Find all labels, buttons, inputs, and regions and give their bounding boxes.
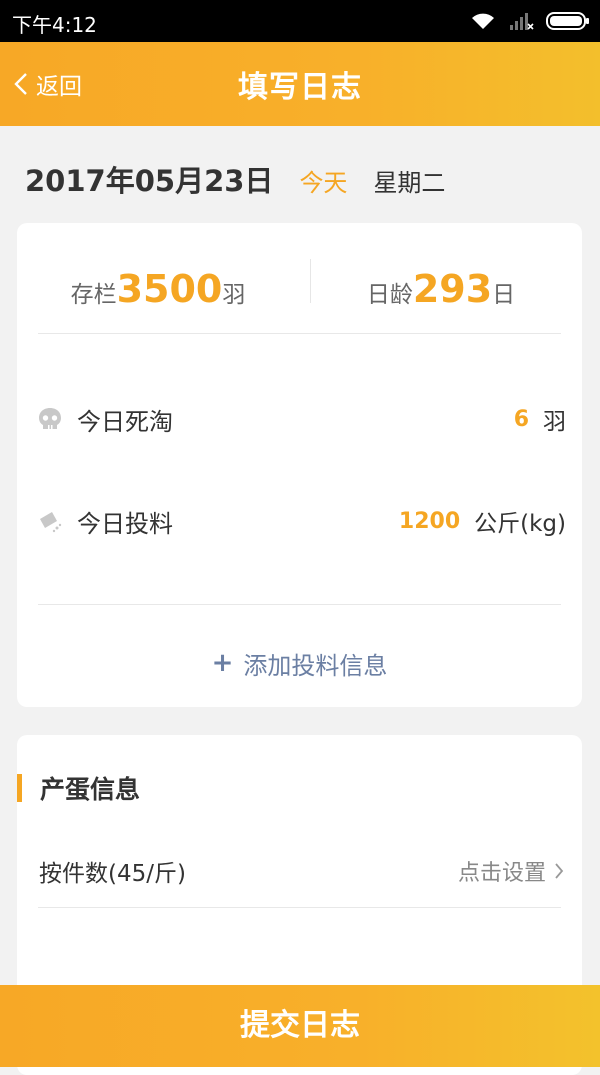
pieces-setting-row[interactable]: 按件数(45/斤) 点击设置: [39, 851, 564, 891]
divider: [38, 333, 561, 334]
feed-bag-icon: [40, 512, 62, 533]
stock-value: 3500: [116, 267, 223, 311]
chevron-right-icon: [555, 863, 564, 879]
page-title: 填写日志: [238, 70, 362, 105]
stock-unit: 羽: [222, 282, 246, 308]
egg-section-title: 产蛋信息: [17, 770, 140, 806]
pieces-label: 按件数(45/斤): [39, 861, 186, 887]
feed-value: 1200: [398, 508, 461, 534]
age-label: 日龄: [366, 282, 413, 308]
death-unit: 羽: [543, 409, 566, 435]
nav-bar: 返回 填写日志: [0, 42, 600, 126]
status-time: 下午4:12: [12, 13, 97, 37]
set-action[interactable]: 点击设置: [458, 855, 564, 887]
feed-label: 今日投料: [77, 509, 173, 538]
feed-unit: 公斤(kg): [474, 511, 566, 537]
date-text: 2017年05月23日: [25, 164, 274, 198]
status-bar: 下午4:12: [0, 0, 600, 42]
add-feed-label: 添加投料信息: [243, 651, 388, 680]
battery-icon: [546, 12, 589, 30]
weekday-label: 星期二: [373, 169, 446, 197]
egg-section-title-text: 产蛋信息: [40, 775, 141, 804]
wifi-icon: [472, 13, 494, 29]
section-accent-bar: [17, 774, 22, 802]
death-label: 今日死淘: [77, 407, 173, 436]
stock-stat: 存栏3500羽: [17, 267, 299, 317]
divider: [38, 604, 561, 605]
plus-icon: +: [211, 648, 234, 678]
stock-label: 存栏: [70, 282, 117, 308]
divider: [38, 907, 561, 908]
skull-icon: [39, 408, 61, 429]
today-label: 今天: [299, 169, 348, 197]
date-row: 2017年05月23日 今天 星期二: [25, 158, 445, 202]
age-unit: 日: [492, 282, 516, 308]
death-row[interactable]: 今日死淘 6 羽: [37, 399, 566, 439]
status-icons: [470, 8, 590, 34]
set-action-label: 点击设置: [457, 861, 546, 886]
death-value: 6: [513, 406, 529, 432]
daily-log-card: 存栏3500羽 日龄293日 今日死淘 6 羽 今日投料 1200 公斤(kg)…: [17, 223, 582, 707]
signal-icon: [510, 13, 534, 30]
feed-row[interactable]: 今日投料 1200 公斤(kg): [37, 501, 566, 541]
submit-log-button[interactable]: 提交日志: [0, 985, 600, 1067]
add-feed-button[interactable]: + 添加投料信息: [17, 643, 582, 683]
age-stat: 日龄293日: [300, 267, 582, 317]
age-value: 293: [412, 267, 493, 311]
